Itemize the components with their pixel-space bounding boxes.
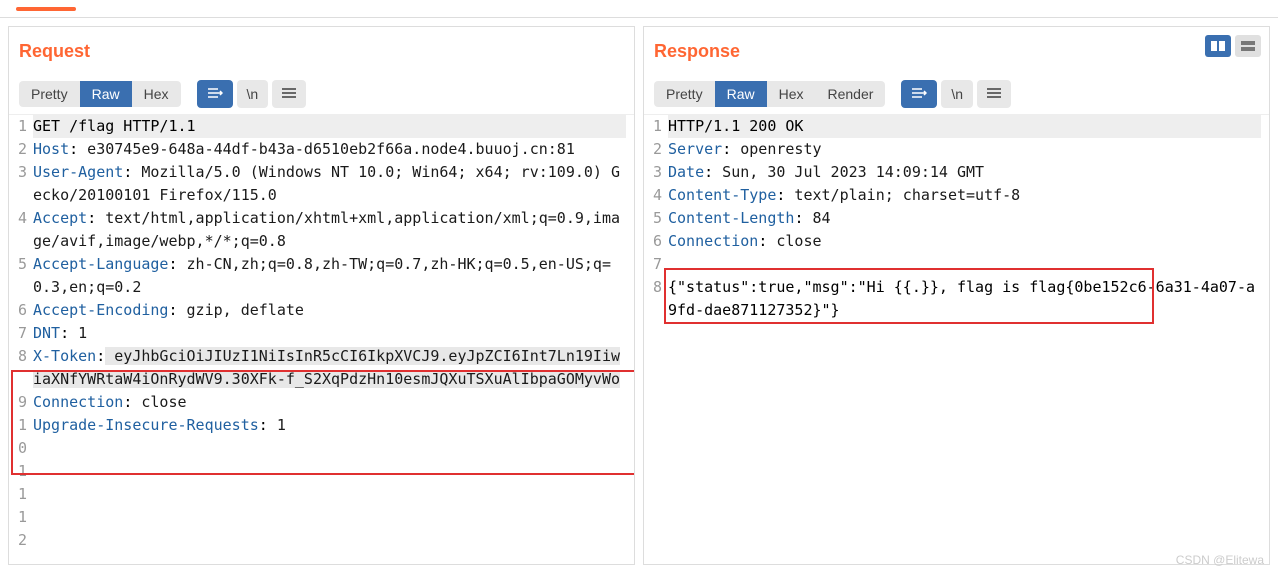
code-line[interactable]: 6Accept-Encoding: gzip, deflate bbox=[9, 299, 634, 322]
stack-icon bbox=[1241, 41, 1255, 51]
line-content: DNT: 1 bbox=[33, 322, 634, 345]
line-content: X-Token: eyJhbGciOiJIUzI1NiIsInR5cCI6Ikp… bbox=[33, 345, 634, 391]
line-number: 5 bbox=[644, 207, 668, 230]
tab-pretty-resp[interactable]: Pretty bbox=[654, 81, 715, 107]
line-content: {"status":true,"msg":"Hi {{.}}, flag is … bbox=[668, 276, 1269, 322]
line-content: Host: e30745e9-648a-44df-b43a-d6510eb2f6… bbox=[33, 138, 634, 161]
newline-button[interactable]: \n bbox=[237, 80, 269, 108]
format-icon bbox=[207, 88, 223, 100]
code-line[interactable]: 8{"status":true,"msg":"Hi {{.}}, flag is… bbox=[644, 276, 1269, 322]
request-code-area[interactable]: 1GET /flag HTTP/1.12Host: e30745e9-648a-… bbox=[9, 115, 634, 564]
line-number: 2 bbox=[644, 138, 668, 161]
line-number: 8 bbox=[644, 276, 668, 322]
line-number: 1 bbox=[644, 115, 668, 138]
tab-raw-resp[interactable]: Raw bbox=[715, 81, 767, 107]
lines-icon bbox=[282, 88, 296, 100]
line-number: 4 bbox=[644, 184, 668, 207]
code-line[interactable]: 5Content-Length: 84 bbox=[644, 207, 1269, 230]
request-title: Request bbox=[19, 41, 90, 61]
line-number: 6 bbox=[644, 230, 668, 253]
stack-layout-button[interactable] bbox=[1235, 35, 1261, 57]
line-number: 10 bbox=[9, 414, 33, 460]
request-toolbar: Pretty Raw Hex \n bbox=[9, 74, 634, 115]
code-line[interactable]: 4Accept: text/html,application/xhtml+xml… bbox=[9, 207, 634, 253]
line-number: 12 bbox=[9, 506, 33, 552]
line-content: HTTP/1.1 200 OK bbox=[668, 115, 1269, 138]
tab-raw[interactable]: Raw bbox=[80, 81, 132, 107]
line-content: Connection: close bbox=[33, 391, 634, 414]
code-line[interactable]: 2Server: openresty bbox=[644, 138, 1269, 161]
code-line[interactable]: 8X-Token: eyJhbGciOiJIUzI1NiIsInR5cCI6Ik… bbox=[9, 345, 634, 391]
response-tabs: Pretty Raw Hex Render bbox=[654, 81, 885, 107]
line-content: Connection: close bbox=[668, 230, 1269, 253]
line-number: 3 bbox=[9, 161, 33, 207]
watermark: CSDN @Elitewa bbox=[1176, 553, 1264, 567]
response-toolbar: Pretty Raw Hex Render \n bbox=[644, 74, 1269, 115]
line-number: 9 bbox=[9, 391, 33, 414]
lines-button[interactable] bbox=[272, 80, 306, 108]
line-number: 2 bbox=[9, 138, 33, 161]
code-line[interactable]: 1HTTP/1.1 200 OK bbox=[644, 115, 1269, 138]
line-number: 7 bbox=[644, 253, 668, 276]
tab-hex[interactable]: Hex bbox=[132, 81, 181, 107]
format-button-resp[interactable] bbox=[901, 80, 937, 108]
response-panel: Response Pretty Raw Hex Render \n 1HTTP/… bbox=[643, 26, 1270, 565]
code-line[interactable]: 3Date: Sun, 30 Jul 2023 14:09:14 GMT bbox=[644, 161, 1269, 184]
code-line[interactable]: 7DNT: 1 bbox=[9, 322, 634, 345]
line-content: Content-Length: 84 bbox=[668, 207, 1269, 230]
main-container: Request Pretty Raw Hex \n 1GET /flag HTT… bbox=[0, 18, 1278, 573]
line-number: 8 bbox=[9, 345, 33, 391]
tab-hex-resp[interactable]: Hex bbox=[767, 81, 816, 107]
format-icon bbox=[911, 88, 927, 100]
request-header: Request bbox=[9, 27, 634, 74]
line-number: 3 bbox=[644, 161, 668, 184]
line-content: User-Agent: Mozilla/5.0 (Windows NT 10.0… bbox=[33, 161, 634, 207]
line-content: Accept-Encoding: gzip, deflate bbox=[33, 299, 634, 322]
code-line[interactable]: 6Connection: close bbox=[644, 230, 1269, 253]
line-content: Date: Sun, 30 Jul 2023 14:09:14 GMT bbox=[668, 161, 1269, 184]
format-button[interactable] bbox=[197, 80, 233, 108]
line-number: 11 bbox=[9, 460, 33, 506]
newline-button-resp[interactable]: \n bbox=[941, 80, 973, 108]
split-layout-button[interactable] bbox=[1205, 35, 1231, 57]
response-code-area[interactable]: 1HTTP/1.1 200 OK2Server: openresty3Date:… bbox=[644, 115, 1269, 564]
lines-button-resp[interactable] bbox=[977, 80, 1011, 108]
tab-render-resp[interactable]: Render bbox=[816, 81, 886, 107]
line-number: 4 bbox=[9, 207, 33, 253]
line-content bbox=[33, 506, 634, 552]
code-line[interactable]: 11 bbox=[9, 460, 634, 506]
line-content bbox=[668, 253, 1269, 276]
line-number: 7 bbox=[9, 322, 33, 345]
line-content: Content-Type: text/plain; charset=utf-8 bbox=[668, 184, 1269, 207]
line-number: 1 bbox=[9, 115, 33, 138]
request-tabs: Pretty Raw Hex bbox=[19, 81, 181, 107]
code-line[interactable]: 9Connection: close bbox=[9, 391, 634, 414]
code-line[interactable]: 12 bbox=[9, 506, 634, 552]
split-icon bbox=[1211, 41, 1225, 51]
line-content: Accept-Language: zh-CN,zh;q=0.8,zh-TW;q=… bbox=[33, 253, 634, 299]
response-header: Response bbox=[644, 27, 1269, 74]
lines-icon bbox=[987, 88, 1001, 100]
line-content bbox=[33, 460, 634, 506]
tab-pretty[interactable]: Pretty bbox=[19, 81, 80, 107]
code-line[interactable]: 7 bbox=[644, 253, 1269, 276]
line-number: 5 bbox=[9, 253, 33, 299]
code-line[interactable]: 10Upgrade-Insecure-Requests: 1 bbox=[9, 414, 634, 460]
top-action-button[interactable] bbox=[16, 7, 76, 11]
top-bar bbox=[0, 0, 1278, 18]
code-line[interactable]: 5Accept-Language: zh-CN,zh;q=0.8,zh-TW;q… bbox=[9, 253, 634, 299]
line-content: Server: openresty bbox=[668, 138, 1269, 161]
code-line[interactable]: 2Host: e30745e9-648a-44df-b43a-d6510eb2f… bbox=[9, 138, 634, 161]
code-line[interactable]: 4Content-Type: text/plain; charset=utf-8 bbox=[644, 184, 1269, 207]
line-number: 6 bbox=[9, 299, 33, 322]
line-content: Accept: text/html,application/xhtml+xml,… bbox=[33, 207, 634, 253]
response-title: Response bbox=[654, 41, 740, 61]
layout-buttons bbox=[1205, 35, 1261, 57]
code-line[interactable]: 3User-Agent: Mozilla/5.0 (Windows NT 10.… bbox=[9, 161, 634, 207]
code-line[interactable]: 1GET /flag HTTP/1.1 bbox=[9, 115, 634, 138]
line-content: GET /flag HTTP/1.1 bbox=[33, 115, 634, 138]
request-panel: Request Pretty Raw Hex \n 1GET /flag HTT… bbox=[8, 26, 635, 565]
line-content: Upgrade-Insecure-Requests: 1 bbox=[33, 414, 634, 460]
